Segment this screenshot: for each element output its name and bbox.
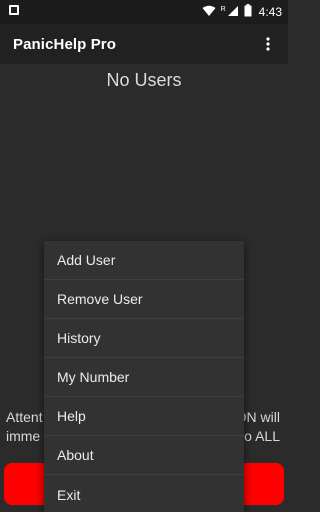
- status-time: 4:43: [258, 5, 282, 19]
- attention-line2-left: imme: [6, 428, 41, 444]
- notification-icon: [8, 3, 20, 21]
- attention-line2-right: to ALL: [240, 428, 280, 444]
- menu-item-label: Remove User: [57, 291, 143, 307]
- menu-item-label: Help: [57, 408, 86, 424]
- more-vert-icon[interactable]: [258, 34, 278, 54]
- attention-line1-left: Attent: [6, 409, 43, 425]
- menu-item-remove-user[interactable]: Remove User: [44, 280, 244, 319]
- menu-item-about[interactable]: About: [44, 436, 244, 475]
- menu-item-label: History: [57, 330, 101, 346]
- wifi-icon: [202, 5, 216, 20]
- menu-item-history[interactable]: History: [44, 319, 244, 358]
- network-badge: R: [220, 6, 226, 13]
- menu-item-exit[interactable]: Exit: [44, 475, 244, 512]
- menu-item-add-user[interactable]: Add User: [44, 241, 244, 280]
- battery-icon: [244, 4, 252, 20]
- menu-item-my-number[interactable]: My Number: [44, 358, 244, 397]
- empty-message: No Users: [106, 70, 182, 90]
- status-bar: R 4:43: [0, 0, 288, 24]
- menu-item-label: My Number: [57, 369, 130, 385]
- menu-item-label: Add User: [57, 252, 116, 268]
- overflow-menu: Add User Remove User History My Number H…: [44, 241, 244, 512]
- signal-icon: [227, 5, 239, 20]
- app-title: PanicHelp Pro: [13, 35, 116, 53]
- menu-item-label: Exit: [57, 486, 81, 503]
- app-bar: PanicHelp Pro: [0, 24, 288, 64]
- menu-item-help[interactable]: Help: [44, 397, 244, 436]
- menu-item-label: About: [57, 447, 94, 463]
